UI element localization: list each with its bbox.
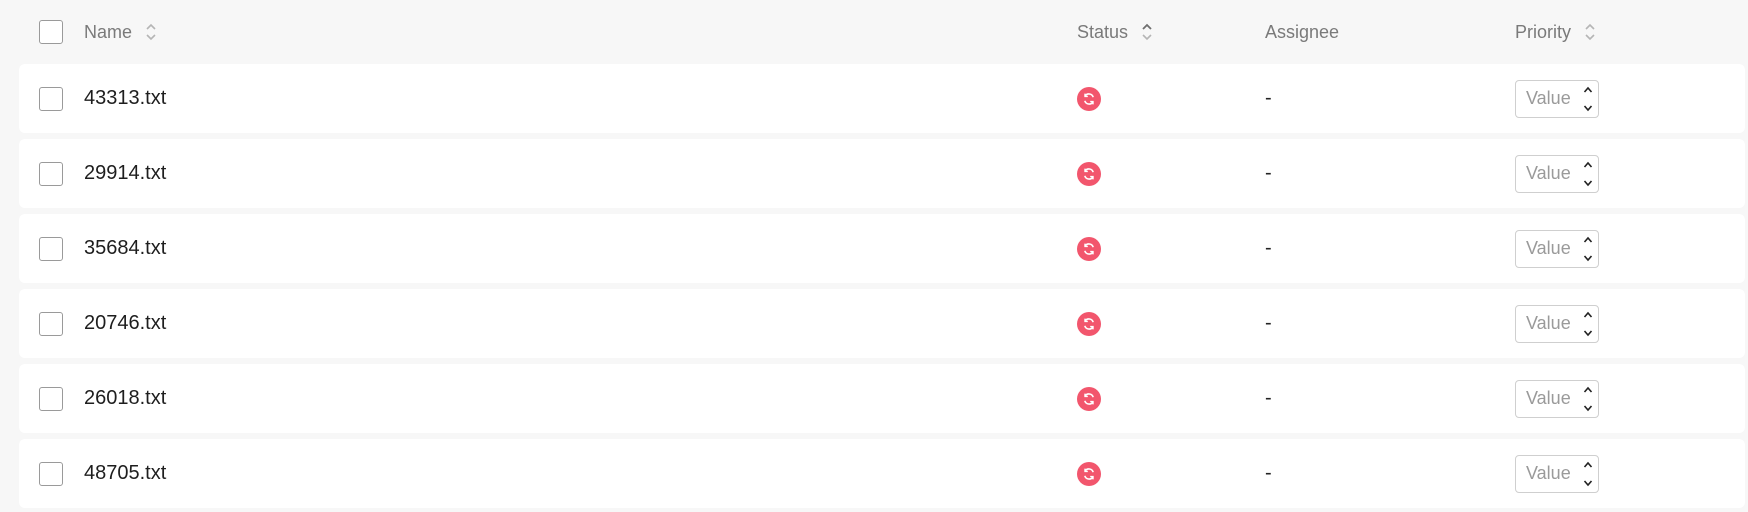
chevron-up-icon[interactable] [1582, 84, 1594, 96]
row-checkbox[interactable] [39, 86, 63, 111]
chevron-up-icon[interactable] [1582, 384, 1594, 396]
status-cell [1077, 86, 1101, 111]
assignee-value: - [1265, 162, 1272, 184]
priority-placeholder[interactable]: Value [1526, 163, 1571, 184]
status-cell [1077, 161, 1101, 186]
sync-icon [1077, 161, 1101, 186]
chevron-up-icon[interactable] [1582, 459, 1594, 471]
column-header-assignee-label: Assignee [1265, 21, 1340, 42]
stepper-arrows [1582, 159, 1594, 189]
column-header-name-label: Name [84, 21, 133, 42]
priority-placeholder[interactable]: Value [1526, 388, 1571, 409]
priority-stepper[interactable]: Value [1515, 154, 1599, 193]
priority-placeholder[interactable]: Value [1526, 88, 1571, 109]
file-name: 48705.txt [84, 462, 167, 484]
column-header-priority[interactable]: Priority [1515, 21, 1597, 43]
table-row[interactable]: 26018.txt - Value [19, 364, 1745, 433]
select-all-checkbox[interactable] [39, 20, 63, 44]
priority-stepper[interactable]: Value [1515, 79, 1599, 118]
sync-icon [1077, 236, 1101, 261]
sort-icon[interactable] [1140, 21, 1154, 43]
file-name: 26018.txt [84, 387, 167, 409]
status-cell [1077, 236, 1101, 261]
priority-placeholder[interactable]: Value [1526, 313, 1571, 334]
table-row[interactable]: 20746.txt - Value [19, 289, 1745, 358]
priority-cell: Value [1515, 379, 1599, 418]
row-checkbox[interactable] [39, 161, 63, 186]
file-name: 43313.txt [84, 87, 167, 109]
priority-placeholder[interactable]: Value [1526, 238, 1571, 259]
column-header-priority-label: Priority [1515, 21, 1572, 42]
sync-icon [1077, 461, 1101, 486]
row-checkbox[interactable] [39, 311, 63, 336]
chevron-down-icon[interactable] [1582, 477, 1594, 489]
chevron-up-icon[interactable] [1582, 159, 1594, 171]
table-header: Name Status Assignee Priority [19, 0, 1748, 64]
table-row[interactable]: 43313.txt - Value [19, 64, 1745, 133]
stepper-arrows [1582, 459, 1594, 489]
priority-cell: Value [1515, 304, 1599, 343]
assignee-value: - [1265, 462, 1272, 484]
priority-cell: Value [1515, 454, 1599, 493]
table-row[interactable]: 48705.txt - Value [19, 439, 1745, 508]
sync-icon [1077, 86, 1101, 111]
priority-stepper[interactable]: Value [1515, 229, 1599, 268]
file-name: 35684.txt [84, 237, 167, 259]
status-cell [1077, 311, 1101, 336]
assignee-value: - [1265, 237, 1272, 259]
chevron-up-icon[interactable] [1582, 309, 1594, 321]
priority-placeholder[interactable]: Value [1526, 463, 1571, 484]
assignee-value: - [1265, 312, 1272, 334]
assignee-value: - [1265, 387, 1272, 409]
row-checkbox[interactable] [39, 461, 63, 486]
table-row[interactable]: 29914.txt - Value [19, 139, 1745, 208]
sort-icon[interactable] [1583, 21, 1597, 43]
column-header-status[interactable]: Status [1077, 21, 1154, 43]
file-name: 29914.txt [84, 162, 167, 184]
chevron-down-icon[interactable] [1582, 177, 1594, 189]
status-cell [1077, 461, 1101, 486]
file-name: 20746.txt [84, 312, 167, 334]
row-checkbox[interactable] [39, 236, 63, 261]
chevron-down-icon[interactable] [1582, 252, 1594, 264]
sync-icon [1077, 386, 1101, 411]
status-cell [1077, 386, 1101, 411]
stepper-arrows [1582, 384, 1594, 414]
chevron-down-icon[interactable] [1582, 102, 1594, 114]
table-row[interactable]: 35684.txt - Value [19, 214, 1745, 283]
column-header-assignee: Assignee [1265, 22, 1339, 43]
stepper-arrows [1582, 84, 1594, 114]
column-header-status-label: Status [1077, 21, 1129, 42]
file-table: Name Status Assignee Priority 43313.txt … [0, 0, 1748, 512]
row-checkbox[interactable] [39, 386, 63, 411]
priority-stepper[interactable]: Value [1515, 304, 1599, 343]
priority-cell: Value [1515, 154, 1599, 193]
priority-cell: Value [1515, 229, 1599, 268]
assignee-value: - [1265, 87, 1272, 109]
sync-icon [1077, 311, 1101, 336]
sort-icon[interactable] [144, 21, 158, 43]
priority-stepper[interactable]: Value [1515, 454, 1599, 493]
chevron-up-icon[interactable] [1582, 234, 1594, 246]
stepper-arrows [1582, 234, 1594, 264]
stepper-arrows [1582, 309, 1594, 339]
priority-stepper[interactable]: Value [1515, 379, 1599, 418]
column-header-name[interactable]: Name [84, 21, 158, 43]
priority-cell: Value [1515, 79, 1599, 118]
chevron-down-icon[interactable] [1582, 327, 1594, 339]
chevron-down-icon[interactable] [1582, 402, 1594, 414]
